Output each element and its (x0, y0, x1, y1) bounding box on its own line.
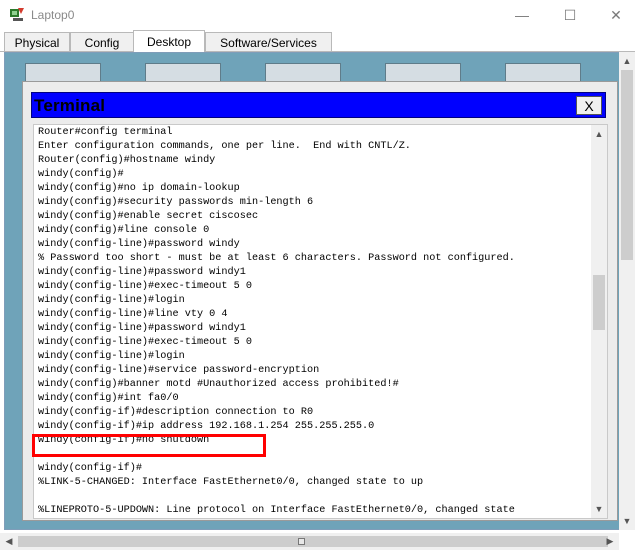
terminal-line: Router#config terminal (38, 127, 173, 138)
scroll-up-icon[interactable]: ▲ (591, 127, 607, 141)
terminal-line: windy(config-line)#password windy1 (38, 267, 246, 278)
terminal-line: windy(config-if)# (38, 463, 142, 474)
terminal-line: %LINK-5-CHANGED: Interface FastEthernet0… (38, 477, 424, 488)
maximize-button[interactable]: ☐ (547, 0, 593, 30)
terminal-line: windy(config)#enable secret ciscosec (38, 211, 259, 222)
scroll-right-icon[interactable]: ▶ (603, 533, 617, 550)
terminal-line: windy(config)#int fa0/0 (38, 393, 179, 404)
terminal-line: windy(config-line)#login (38, 351, 185, 362)
scroll-left-icon[interactable]: ◀ (2, 533, 16, 550)
terminal-line: windy(config)#banner motd #Unauthorized … (38, 379, 399, 390)
terminal-output[interactable]: Router#config terminal Enter configuratio… (33, 124, 608, 519)
terminal-line: Router(config)#hostname windy (38, 155, 216, 166)
terminal-line: windy(config)# (38, 169, 124, 180)
terminal-line: windy(config-line)#exec-timeout 5 0 (38, 337, 252, 348)
window-horizontal-scrollbar[interactable]: ◀ ▶ (0, 533, 619, 550)
scrollbar-thumb[interactable] (18, 536, 608, 547)
highlight-box (32, 434, 266, 457)
minimize-icon: — (515, 7, 529, 23)
tab-desktop[interactable]: Desktop (133, 30, 205, 52)
terminal-line: Enter configuration commands, one per li… (38, 141, 411, 152)
scroll-up-icon[interactable]: ▲ (619, 54, 635, 68)
terminal-line: windy(config-line)#password windy1 (38, 323, 246, 334)
terminal-line: windy(config)#security passwords min-len… (38, 197, 314, 208)
terminal-line: windy(config-line)#service password-encr… (38, 365, 320, 376)
window-title: Laptop0 (31, 8, 75, 22)
maximize-icon: ☐ (563, 6, 577, 23)
terminal-titlebar: Terminal X (31, 92, 606, 118)
terminal-line: windy(config-line)#password windy (38, 239, 240, 250)
terminal-line: % Password too short - must be at least … (38, 253, 515, 264)
app-icon (10, 8, 24, 21)
close-icon: ✕ (610, 6, 622, 23)
scrollbar-thumb[interactable] (621, 70, 633, 260)
window-titlebar: Laptop0 — ☐ ✕ (0, 0, 635, 30)
terminal-line: windy(config-line)#line vty 0 4 (38, 309, 228, 320)
tab-config[interactable]: Config (70, 32, 134, 52)
scroll-down-icon[interactable]: ▼ (619, 514, 635, 528)
close-window-button[interactable]: ✕ (593, 0, 635, 30)
minimize-button[interactable]: — (499, 0, 545, 30)
terminal-window: Terminal X Router#config terminal Enter c… (22, 81, 618, 521)
terminal-lines: Router#config terminal Enter configuratio… (38, 126, 590, 518)
terminal-line: windy(config-line)#login (38, 295, 185, 306)
terminal-scrollbar[interactable]: ▲ ▼ (591, 125, 607, 518)
terminal-title: Terminal (34, 96, 106, 115)
terminal-line: windy(config)#no ip domain-lookup (38, 183, 240, 194)
scrollbar-grip-icon (298, 538, 305, 545)
scroll-down-icon[interactable]: ▼ (591, 502, 607, 516)
terminal-line: windy(config)#line console 0 (38, 225, 210, 236)
terminal-line: windy(config-if)#description connection … (38, 407, 314, 418)
window-vertical-scrollbar[interactable]: ▲ ▼ (619, 52, 635, 530)
tab-software-services[interactable]: Software/Services (205, 32, 332, 52)
terminal-line: windy(config-line)#exec-timeout 5 0 (38, 281, 252, 292)
scrollbar-thumb[interactable] (593, 275, 605, 330)
terminal-line: windy(config-if)#ip address 192.168.1.25… (38, 421, 375, 432)
terminal-close-button[interactable]: X (576, 96, 602, 115)
tab-physical[interactable]: Physical (4, 32, 70, 52)
tab-strip: Physical Config Desktop Software/Service… (0, 30, 635, 52)
terminal-line: %LINEPROTO-5-UPDOWN: Line protocol on In… (38, 505, 515, 516)
